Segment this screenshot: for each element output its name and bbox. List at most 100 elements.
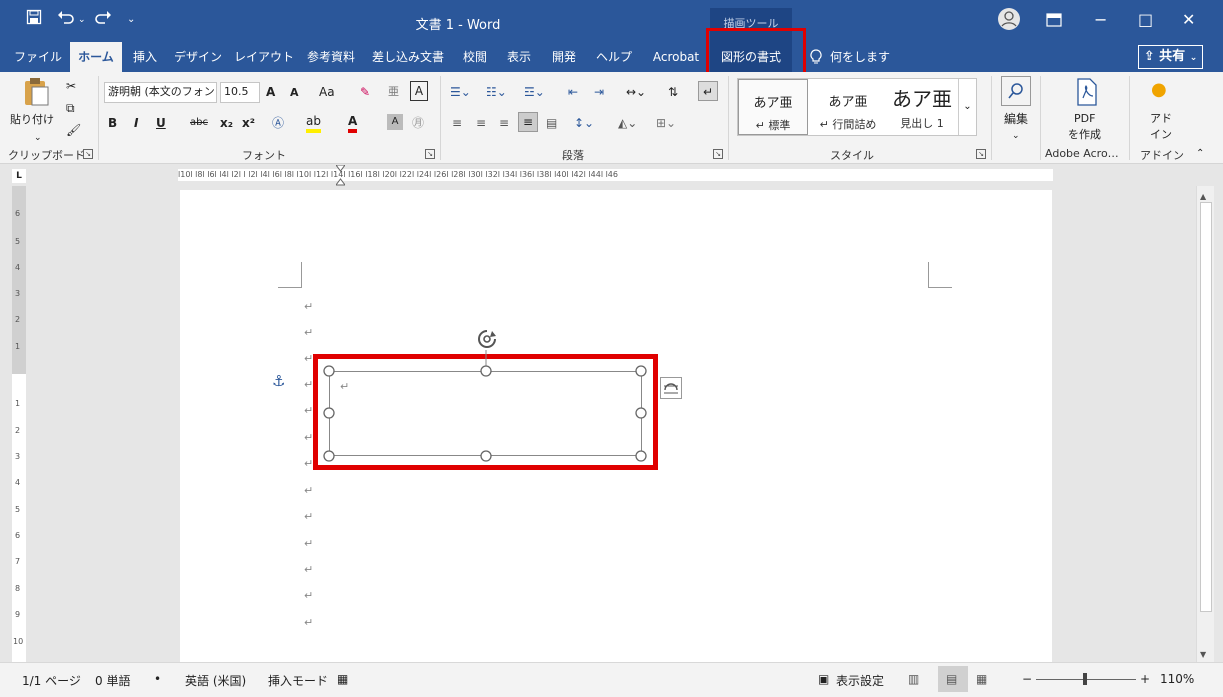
tab-file[interactable]: ファイル [14,42,62,72]
line-spacing-icon[interactable]: ↕⌄ [574,113,594,133]
char-border-button[interactable]: A [410,81,428,101]
tab-selector[interactable]: L [12,169,26,183]
tab-design[interactable]: デザイン [170,42,226,72]
layout-options-icon[interactable] [660,377,682,399]
web-layout-icon[interactable]: ▦ [976,672,987,686]
vertical-scrollbar[interactable]: ▲ ▼ [1196,186,1214,662]
document-page[interactable]: ↵ ↵ ↵ ↵ ↵ ↵ ↵ ↵ ↵ ↵ ↵ ↵ ↵ ⚓ ↵ [180,190,1052,662]
clipboard-launcher-icon[interactable]: ↘ [83,149,93,159]
font-name-select[interactable]: 游明朝 (本文のフォン [104,82,217,103]
italic-button[interactable]: I [134,113,138,133]
account-avatar-icon[interactable] [997,7,1021,37]
rotate-handle-icon[interactable] [476,328,498,353]
increase-indent-icon[interactable]: ⇥ [594,82,604,102]
tab-home[interactable]: ホーム [70,42,122,72]
collapse-ribbon-icon[interactable]: ⌃ [1196,144,1204,164]
tab-layout[interactable]: レイアウト [232,42,296,72]
scroll-down-icon[interactable]: ▼ [1200,650,1206,659]
char-spacing-icon[interactable]: ↔⌄ [626,82,646,102]
styles-more-icon[interactable]: ⌄ [958,79,976,135]
change-case-button[interactable]: Aa [319,82,335,102]
sort-icon[interactable]: ⇅ [668,82,678,102]
show-marks-icon[interactable]: ↵ [698,81,718,101]
tab-review[interactable]: 校閲 [456,42,494,72]
borders-icon[interactable]: ⊞⌄ [656,113,676,133]
paste-button[interactable]: 貼り付け [10,110,54,130]
tab-insert[interactable]: 挿入 [128,42,162,72]
justify-icon[interactable]: ≡ [518,112,538,132]
enclose-char-icon[interactable]: ㊊ [412,113,424,133]
align-left-icon[interactable]: ≡ [452,113,462,133]
ribbon-display-icon[interactable] [1046,11,1062,33]
char-shading-icon[interactable]: A [387,114,403,130]
language-status[interactable]: 英語 (米国) [185,672,246,689]
underline-button[interactable]: U [156,113,166,133]
font-launcher-icon[interactable]: ↘ [425,149,435,159]
zoom-in-button[interactable]: + [1140,672,1150,686]
numbering-icon[interactable]: ☷⌄ [486,82,507,102]
read-mode-icon[interactable]: ▥ [908,672,919,686]
indent-marker-icon[interactable] [335,164,346,187]
bold-button[interactable]: B [108,113,117,133]
tab-references[interactable]: 参考資料 [302,42,360,72]
cut-icon[interactable]: ✂ [66,76,76,96]
copy-icon[interactable]: ⧉ [66,98,75,118]
multilevel-list-icon[interactable]: ☲⌄ [524,82,545,102]
search-icon[interactable] [1001,76,1031,106]
scrollbar-thumb[interactable] [1200,202,1212,612]
editing-dropdown-icon[interactable]: ⌄ [1012,126,1020,146]
margin-corner-left [278,262,302,288]
format-painter-icon[interactable]: 🖌 [66,120,81,140]
grow-font-button[interactable]: A [266,82,275,102]
clear-format-icon[interactable]: ✎ [360,82,370,102]
shading-icon[interactable]: ◭⌄ [618,113,637,133]
highlight-color-icon[interactable]: ab [306,113,321,133]
display-settings-button[interactable]: 表示設定 [836,672,884,689]
horizontal-ruler[interactable]: l10l l8l l6l l4l l2l l l2l l4l l6l l8l l… [178,169,1053,181]
subscript-button[interactable]: x₂ [220,113,233,133]
input-mode-status[interactable]: 挿入モード [268,672,328,689]
phonetic-guide-icon[interactable]: 亜 [388,82,399,102]
styles-launcher-icon[interactable]: ↘ [976,149,986,159]
pdf-icon[interactable] [1074,78,1100,112]
shrink-font-button[interactable]: A [290,83,299,103]
font-color-button[interactable]: A [348,113,358,133]
style-no-spacing[interactable]: あア亜 ↵ 行間詰め [810,79,886,135]
distributed-icon[interactable]: ▤ [546,113,557,133]
tell-me-search[interactable]: 何をしますか [830,42,900,94]
style-normal[interactable]: あア亜 ↵ 標準 [738,79,808,135]
zoom-out-button[interactable]: − [1022,672,1032,686]
tab-help[interactable]: ヘルプ [590,42,638,72]
strikethrough-button[interactable]: abc [190,113,208,133]
font-size-select[interactable]: 10.5 [220,82,260,103]
scroll-up-icon[interactable]: ▲ [1200,192,1206,201]
bullets-icon[interactable]: ☰⌄ [450,82,471,102]
tab-developer[interactable]: 開発 [544,42,584,72]
share-button[interactable]: ⇪ 共有 ⌄ [1138,45,1203,69]
paragraph-mark: ↵ [304,484,314,497]
align-center-icon[interactable]: ≡ [476,113,486,133]
macro-record-icon[interactable]: ▦ [337,672,348,686]
vertical-ruler[interactable]: 6 5 4 3 2 1 1 2 3 4 5 6 7 8 9 10 [12,186,26,662]
zoom-slider-thumb[interactable] [1083,673,1087,685]
paragraph-launcher-icon[interactable]: ↘ [713,149,723,159]
paragraph-mark: ↵ [304,378,314,391]
paste-icon[interactable] [22,76,50,112]
style-heading1[interactable]: あア亜 見出し 1 [886,79,958,135]
word-count[interactable]: 0 単語 [95,672,130,689]
page-count[interactable]: 1/1 ページ [22,672,81,689]
superscript-button[interactable]: x² [242,113,255,133]
tab-mailings[interactable]: 差し込み文書 [366,42,450,72]
maximize-button[interactable]: □ [1138,9,1153,31]
text-effects-icon[interactable]: Ⓐ [272,113,284,133]
tab-acrobat[interactable]: Acrobat [646,42,706,72]
align-right-icon[interactable]: ≡ [499,113,509,133]
addin-icon[interactable]: ● [1151,80,1167,100]
zoom-level[interactable]: 110% [1160,672,1194,686]
decrease-indent-icon[interactable]: ⇤ [568,82,578,102]
paste-dropdown-icon[interactable]: ⌄ [34,128,42,148]
close-button[interactable]: ✕ [1182,9,1195,31]
display-settings-icon[interactable]: ▣ [818,672,829,686]
minimize-button[interactable]: − [1094,9,1107,31]
tab-view[interactable]: 表示 [500,42,538,72]
